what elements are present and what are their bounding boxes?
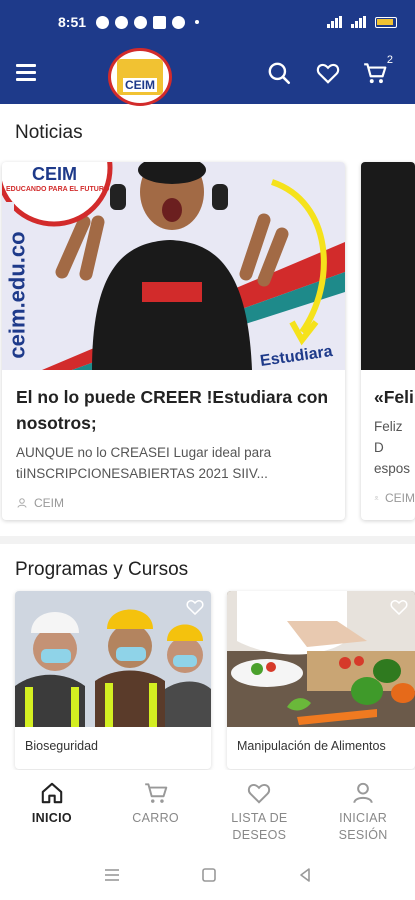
- system-navigation-bar: [0, 850, 415, 900]
- programs-section-title: Programas y Cursos: [15, 559, 189, 580]
- program-card[interactable]: Bioseguridad: [15, 591, 211, 769]
- news-photo: [2, 162, 345, 370]
- news-image-website: ceim.edu.co: [4, 231, 30, 359]
- logo-emblem: CEIM: [117, 59, 163, 95]
- user-icon: [17, 498, 27, 508]
- news-card[interactable]: «Feli Feliz D espos CEIM: [361, 162, 415, 520]
- food-photo: [227, 591, 415, 727]
- battery-icon: [375, 16, 397, 28]
- facebook-icon: [153, 15, 167, 29]
- nav-home-label: INICIO: [31, 811, 72, 825]
- nav-cart-label: CARRO: [132, 811, 179, 825]
- nav-login-label: INICIAR SESIÓN: [338, 811, 388, 842]
- program-card[interactable]: Manipulación de Alimentos: [227, 591, 415, 769]
- nav-wishlist[interactable]: LISTA DE DESEOS: [208, 770, 312, 850]
- program-image: [227, 591, 415, 727]
- news-title[interactable]: «Feli: [374, 384, 415, 410]
- news-title[interactable]: El no lo puede CREER !Estudiara con noso…: [16, 384, 331, 436]
- news-image-slogan: EDUCANDO PARA EL FUTURO: [6, 186, 110, 193]
- program-name: Bioseguridad: [25, 739, 98, 753]
- messenger-icon: [115, 15, 129, 29]
- program-image: [15, 591, 211, 727]
- news-card[interactable]: CEIM EDUCANDO PARA EL FUTURO ceim.edu.co…: [2, 162, 345, 520]
- section-divider: [0, 536, 415, 544]
- bottom-navigation: INICIO CARRO LISTA DE DESEOS INICIAR SES…: [0, 770, 415, 850]
- system-status-icons: [327, 16, 397, 28]
- news-excerpt: Feliz D espos: [374, 419, 411, 476]
- cart-icon[interactable]: [362, 60, 388, 86]
- search-icon[interactable]: [266, 60, 292, 86]
- news-card-body: El no lo puede CREER !Estudiara con noso…: [2, 370, 345, 510]
- user-icon: [353, 782, 373, 804]
- recent-apps-icon[interactable]: [103, 867, 121, 883]
- nav-login[interactable]: INICIAR SESIÓN: [311, 770, 415, 850]
- signal-icon: [351, 16, 369, 28]
- news-section-title: Noticias: [15, 122, 83, 143]
- news-author: CEIM: [16, 496, 331, 510]
- pinterest-icon: [172, 15, 186, 29]
- news-excerpt: AUNQUE no lo CREASEI Lugar ideal para ti…: [16, 445, 272, 481]
- status-time: 8:51: [58, 14, 87, 30]
- signal-icon: [327, 16, 345, 28]
- cart-badge: 2: [386, 54, 393, 66]
- home-button-icon[interactable]: [201, 867, 217, 883]
- nav-home[interactable]: INICIO: [0, 770, 104, 850]
- nav-wishlist-label: LISTA DE DESEOS: [231, 811, 288, 842]
- user-icon: [374, 496, 379, 500]
- heart-icon[interactable]: [315, 60, 341, 86]
- news-author: CEIM: [374, 491, 415, 505]
- notification-icons: [96, 15, 200, 29]
- logo-text: CEIM: [123, 78, 157, 92]
- news-card-body: «Feli Feliz D espos CEIM: [361, 370, 415, 505]
- wishlist-heart-icon[interactable]: [185, 597, 205, 617]
- messenger-icon: [134, 15, 148, 29]
- status-bar: 8:51: [0, 0, 415, 44]
- more-notifications-icon: [195, 20, 200, 24]
- whatsapp-icon: [96, 15, 110, 29]
- nav-cart[interactable]: CARRO: [104, 770, 208, 850]
- program-name: Manipulación de Alimentos: [237, 739, 386, 753]
- menu-button[interactable]: [16, 64, 38, 82]
- heart-icon: [248, 783, 271, 804]
- bioseguridad-photo: [15, 591, 211, 727]
- ceim-logo[interactable]: CEIM: [108, 48, 172, 106]
- news-author-name: CEIM: [385, 491, 415, 505]
- news-image: [361, 162, 415, 370]
- app-bar: CEIM 2: [0, 44, 415, 106]
- home-icon: [41, 782, 63, 804]
- news-image: CEIM EDUCANDO PARA EL FUTURO ceim.edu.co…: [2, 162, 345, 370]
- back-icon[interactable]: [297, 867, 313, 883]
- news-image-logo-text: CEIM: [32, 164, 77, 184]
- news-author-name: CEIM: [34, 496, 64, 510]
- cart-icon: [144, 783, 167, 803]
- wishlist-heart-icon[interactable]: [389, 597, 409, 617]
